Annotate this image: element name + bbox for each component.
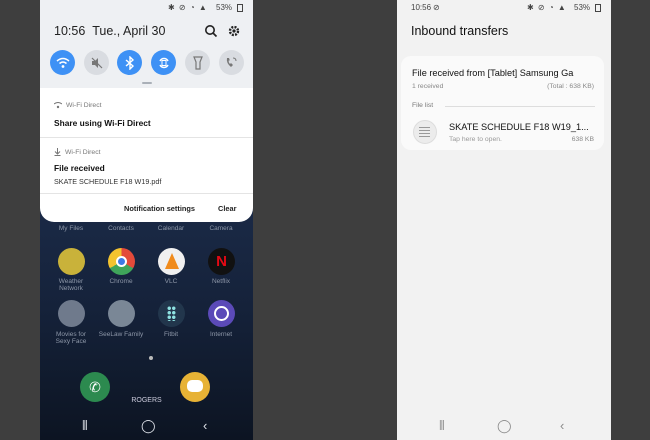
home-label-vlc[interactable]: VLC	[148, 278, 194, 285]
status-icons-right: ✱ ⊘ ◔ ▲	[527, 3, 567, 12]
home-button[interactable]: ◯	[497, 418, 512, 434]
flashlight-icon	[192, 55, 203, 70]
notification-settings-button[interactable]: Notification settings	[124, 204, 195, 213]
clock-time: 10:56	[54, 24, 86, 38]
netflix-app-icon[interactable]: N	[208, 248, 235, 275]
flashlight-toggle[interactable]	[185, 50, 210, 75]
back-button[interactable]: ‹	[560, 418, 564, 433]
chrome-app-icon[interactable]	[108, 248, 135, 275]
status-time: 10:56	[411, 3, 432, 12]
home-button[interactable]: ◯	[141, 418, 156, 434]
download-icon	[54, 148, 61, 156]
battery-icon	[237, 4, 243, 12]
notification-body: SKATE SCHEDULE F18 W19.pdf	[54, 177, 162, 186]
seelaw-family-folder-icon[interactable]	[108, 300, 135, 327]
right-phone-screen: 10:56 ⊘ ✱ ⊘ ◔ ▲ 53% Inbound transfers Fi…	[397, 0, 611, 440]
movies-folder-icon[interactable]	[58, 300, 85, 327]
transfer-title: File received from [Tablet] Samsung Ga	[412, 68, 574, 78]
wifi-direct-icon	[54, 102, 62, 109]
notification-source: Wi-Fi Direct	[54, 148, 101, 156]
file-size: 638 KB	[571, 136, 594, 143]
recents-button[interactable]: ⦀	[439, 418, 445, 434]
wifi-icon	[56, 57, 69, 68]
carrier-label: ROGERS	[131, 397, 162, 404]
shade-time-date: 10:56 Tue., April 30	[54, 24, 165, 38]
status-icons: ⊘	[433, 3, 440, 12]
home-label-my-files[interactable]: My Files	[48, 225, 94, 232]
gear-icon[interactable]	[227, 24, 241, 38]
battery-percent: 53%	[574, 3, 591, 12]
recents-button[interactable]: ⦀	[82, 418, 88, 434]
total-size: (Total : 638 KB)	[547, 83, 594, 90]
notification-source: Wi-Fi Direct	[54, 102, 102, 109]
search-icon[interactable]	[204, 24, 218, 38]
home-label-chrome[interactable]: Chrome	[98, 278, 144, 285]
home-label-movies[interactable]: Movies for Sexy Face	[48, 331, 94, 345]
left-margin	[0, 0, 40, 440]
wifi-toggle[interactable]	[50, 50, 75, 75]
wifi-calling-toggle[interactable]	[219, 50, 244, 75]
fitbit-app-icon[interactable]	[158, 300, 185, 327]
status-icons: ✱ ⊘ ◔ ▲	[168, 3, 208, 12]
file-row[interactable]: SKATE SCHEDULE F18 W19_1... Tap here to …	[401, 114, 604, 148]
left-phone-screen: My Files Contacts Calendar Camera N Weat…	[40, 0, 253, 440]
transfer-card: File received from [Tablet] Samsung Ga 1…	[401, 56, 604, 150]
page-indicator-dot	[149, 356, 153, 360]
page-title: Inbound transfers	[411, 24, 509, 38]
wifi-calling-icon	[226, 57, 237, 67]
home-label-calendar[interactable]: Calendar	[148, 225, 194, 232]
notification-title: File received	[54, 163, 105, 173]
home-label-fitbit[interactable]: Fitbit	[148, 331, 194, 338]
notification-title: Share using Wi-Fi Direct	[54, 118, 151, 128]
file-list-label: File list	[412, 102, 434, 109]
quick-panel	[40, 0, 253, 88]
clear-button[interactable]: Clear	[218, 204, 237, 213]
right-margin	[611, 0, 650, 440]
home-label-seelaw-family[interactable]: SeeLaw Family	[98, 331, 144, 338]
auto-rotate-toggle[interactable]	[151, 50, 176, 75]
file-name: SKATE SCHEDULE F18 W19_1...	[449, 122, 589, 132]
battery-icon	[595, 4, 601, 12]
home-label-netflix[interactable]: Netflix	[198, 278, 244, 285]
home-label-contacts[interactable]: Contacts	[98, 225, 144, 232]
back-button[interactable]: ‹	[203, 418, 207, 433]
internet-app-icon[interactable]	[208, 300, 235, 327]
home-label-internet[interactable]: Internet	[198, 331, 244, 338]
mute-icon	[91, 57, 102, 68]
battery-percent: 53%	[216, 3, 233, 12]
document-icon	[413, 120, 437, 144]
home-label-weather-network[interactable]: Weather Network	[48, 278, 94, 292]
notification-wifi-direct-share[interactable]: Wi-Fi Direct Share using Wi-Fi Direct	[40, 92, 253, 137]
sound-toggle[interactable]	[84, 50, 109, 75]
tap-to-open-hint: Tap here to open.	[449, 136, 502, 143]
file-list-divider	[445, 106, 595, 107]
weather-network-app-icon[interactable]	[58, 248, 85, 275]
notification-file-received[interactable]: Wi-Fi Direct File received SKATE SCHEDUL…	[40, 138, 253, 193]
shade-drag-handle[interactable]	[142, 82, 152, 84]
received-count: 1 received	[412, 83, 444, 90]
rotate-icon	[158, 57, 169, 68]
center-gap	[253, 0, 397, 440]
date-label: Tue., April 30	[92, 24, 166, 38]
bluetooth-toggle[interactable]	[117, 50, 142, 75]
bluetooth-icon	[125, 55, 134, 70]
notification-divider	[40, 193, 253, 194]
home-label-camera[interactable]: Camera	[198, 225, 244, 232]
notification-shade: ✱ ⊘ ◔ ▲ 53% 10:56 Tue., April 30 Wi-Fi D…	[40, 0, 253, 222]
vlc-app-icon[interactable]	[158, 248, 185, 275]
